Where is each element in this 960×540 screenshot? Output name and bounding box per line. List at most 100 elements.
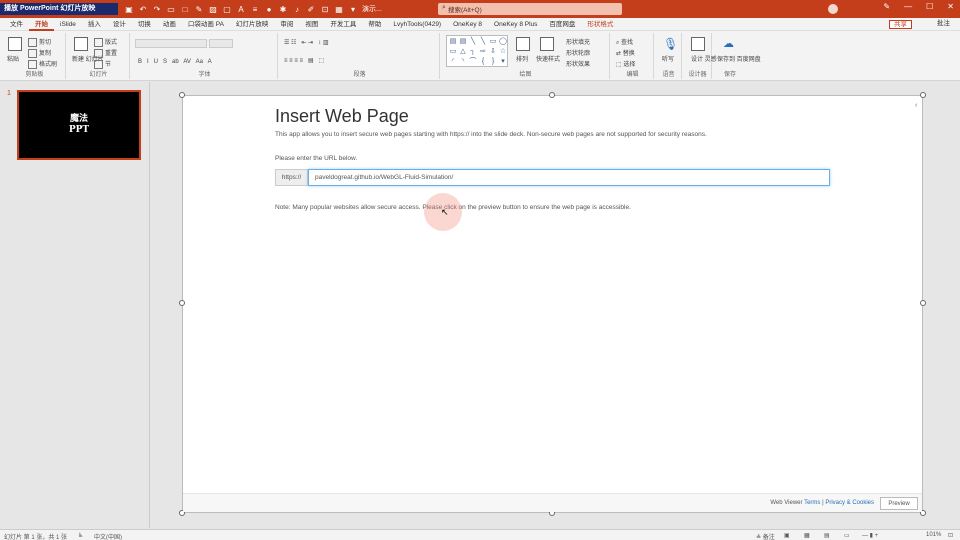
record-icon[interactable]: ● [264, 4, 274, 14]
tab-6[interactable]: 动画 [157, 18, 182, 31]
font-family-select[interactable] [135, 39, 207, 48]
tab-10[interactable]: 视图 [299, 18, 324, 31]
slide-sorter-icon[interactable]: ▦ [804, 532, 810, 539]
grid-icon[interactable]: ▦ [334, 4, 344, 14]
close-button[interactable]: ✕ [947, 2, 954, 11]
undo-icon[interactable]: ↶ [138, 4, 148, 14]
fit-slide-icon[interactable]: ⊡ [948, 532, 953, 539]
paste-icon[interactable] [8, 37, 22, 51]
save-to-baidu-button[interactable]: 保存到 百度网盘 [717, 54, 761, 63]
notes-button[interactable]: ≙ 备注 [756, 532, 775, 540]
layout-button[interactable]: 版式 [94, 37, 117, 47]
tab-11[interactable]: 开发工具 [324, 18, 362, 31]
tab-5[interactable]: 切换 [132, 18, 157, 31]
shape-brace-icon: } [491, 58, 495, 65]
maximize-button[interactable]: ☐ [926, 2, 933, 11]
select-button[interactable]: ⬚ 选择 [616, 59, 635, 68]
quick-styles-icon[interactable] [540, 37, 554, 51]
url-input[interactable]: paveldogreat.github.io/WebGL-Fluid-Simul… [308, 169, 830, 186]
language-indicator[interactable]: 中文(中国) [94, 532, 122, 540]
cloud-icon[interactable]: ☁ [723, 37, 734, 50]
shape-effects-button[interactable]: 形状效果 [566, 59, 590, 68]
zoom-slider[interactable]: — ▮ + [862, 532, 878, 539]
privacy-link[interactable]: Privacy & Cookies [825, 500, 874, 506]
format-painter-icon[interactable]: ✎ [194, 4, 204, 14]
tab-17[interactable]: 形状格式 [581, 18, 619, 31]
align-buttons[interactable]: ≡ ≡ ≡ ≡ ▤ ⬚ [284, 57, 324, 64]
chevron-left-icon[interactable]: ‹ [915, 102, 917, 109]
normal-view-icon[interactable]: ▣ [784, 532, 790, 539]
shapes-gallery[interactable]: ▤ ▤ ╲ ╲ ▭ ◯ ▭ △ ┐ ⇨ ⇩ ☆ ◜ ◝ ⌒{} ▾ [446, 35, 508, 67]
dictate-button[interactable]: 听写 [662, 54, 674, 63]
avatar[interactable] [828, 4, 838, 14]
tab-7[interactable]: 口袋动画 PA [182, 18, 230, 31]
text-box-icon[interactable]: A [236, 4, 246, 14]
resize-handle[interactable] [179, 92, 185, 98]
arrange-icon[interactable] [516, 37, 530, 51]
quick-styles-button[interactable]: 快速样式 [536, 54, 560, 63]
group-label: 字体 [198, 72, 211, 78]
design-ideas-button[interactable]: 设计 灵感 [691, 54, 717, 63]
tab-1[interactable]: 开始 [29, 18, 54, 31]
customize-qat-icon[interactable]: ▾ [348, 4, 358, 14]
shape-icon[interactable]: ▢ [222, 4, 232, 14]
tab-14[interactable]: OneKey 8 [447, 18, 488, 31]
minimize-button[interactable]: — [904, 2, 912, 11]
resize-handle[interactable] [549, 92, 555, 98]
search-input[interactable]: ⌕ 搜索(Alt+Q) [438, 3, 622, 15]
font-size-select[interactable] [209, 39, 233, 48]
accessibility-icon[interactable]: ♿ [78, 532, 83, 539]
tab-12[interactable]: 帮助 [362, 18, 387, 31]
save-icon[interactable]: ▣ [124, 4, 134, 14]
section-button[interactable]: 节 [94, 59, 111, 69]
list-buttons[interactable]: ☰ ☷ ⇤ ⇥ ↕ ▥ [284, 39, 328, 46]
tab-2[interactable]: iSlide [54, 18, 82, 31]
reading-view-icon[interactable]: ▤ [824, 532, 830, 539]
slide-thumbnail[interactable]: 魔法 PPT [17, 90, 141, 160]
replace-button[interactable]: ⇄ 替换 [616, 48, 635, 57]
shape-fill-button[interactable]: 形状填充 [566, 37, 590, 46]
redo-icon[interactable]: ↷ [152, 4, 162, 14]
crop-icon[interactable]: ⊡ [320, 4, 330, 14]
microphone-icon[interactable]: 🎙 [663, 37, 678, 51]
arrange-button[interactable]: 排列 [516, 54, 528, 63]
tab-0[interactable]: 文件 [4, 18, 29, 31]
comments-button[interactable]: 批注 [933, 20, 954, 29]
zoom-level[interactable]: 101% [926, 532, 941, 538]
resize-handle[interactable] [920, 300, 926, 306]
copy-button[interactable]: 复制 [28, 48, 51, 58]
preview-button[interactable]: Preview [880, 497, 918, 510]
tab-16[interactable]: 百度网盘 [543, 18, 581, 31]
new-slide-icon[interactable] [74, 37, 88, 51]
slide-counter: 幻灯片 第 1 张，共 1 张 [4, 535, 68, 540]
designer-icon[interactable] [691, 37, 705, 51]
reset-button[interactable]: 重置 [94, 48, 117, 58]
find-button[interactable]: ⌕ 查找 [616, 37, 633, 47]
search-placeholder: 搜索(Alt+Q) [448, 7, 482, 14]
tab-4[interactable]: 设计 [107, 18, 132, 31]
format-painter-button[interactable]: 格式刷 [28, 59, 57, 69]
align-icon[interactable]: ≡ [250, 4, 260, 14]
tab-8[interactable]: 幻灯片放映 [230, 18, 275, 31]
cut-button[interactable]: 剪切 [28, 37, 51, 47]
slideshow-icon[interactable]: ▭ [844, 532, 850, 539]
music-icon[interactable]: ♪ [292, 4, 302, 14]
group-label: 编辑 [626, 72, 639, 78]
paste-button[interactable]: 粘贴 [7, 54, 19, 63]
share-button[interactable]: 共享 [889, 20, 912, 29]
resize-handle[interactable] [179, 300, 185, 306]
tab-15[interactable]: OneKey 8 Plus [488, 18, 543, 31]
resize-handle[interactable] [920, 92, 926, 98]
new-file-icon[interactable]: □ [180, 4, 190, 14]
font-style-buttons[interactable]: B I U S ab AV Aa A [138, 59, 212, 65]
terms-link[interactable]: Terms [804, 500, 820, 506]
tab-13[interactable]: LvyhTools(0429) [387, 18, 447, 31]
pen-icon[interactable]: ✐ [306, 4, 316, 14]
ribbon-options-icon[interactable]: ✎ [883, 2, 890, 11]
tab-9[interactable]: 审阅 [274, 18, 299, 31]
settings-icon[interactable]: ✱ [278, 4, 288, 14]
start-slideshow-icon[interactable]: ▭ [166, 4, 176, 14]
picture-icon[interactable]: ▨ [208, 4, 218, 14]
tab-3[interactable]: 插入 [82, 18, 107, 31]
shape-outline-button[interactable]: 形状轮廓 [566, 48, 590, 57]
